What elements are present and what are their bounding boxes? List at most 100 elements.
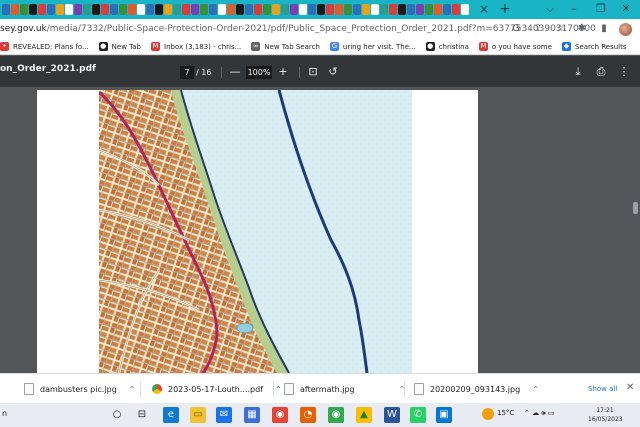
pdf-scrollbar-thumb[interactable] (633, 202, 638, 214)
taskbar-app-photos[interactable]: ▣ (436, 407, 452, 423)
side-panel-icon[interactable]: ▮ (597, 22, 611, 36)
taskbar-app-chrome-active[interactable]: ◉ (328, 407, 344, 423)
tab-favicon[interactable] (407, 4, 415, 15)
taskbar-app-edge[interactable]: e (163, 407, 179, 423)
download-item[interactable]: dambusters pic.jpg ⌃ (24, 380, 135, 398)
download-item[interactable]: 20200209_093143.jpg ⌃ (414, 380, 539, 398)
chevron-up-icon[interactable]: ⌃ (129, 385, 136, 394)
weather-icon[interactable] (482, 408, 494, 420)
taskbar-app-store[interactable]: ▦ (244, 407, 260, 423)
tab-favicon[interactable] (101, 4, 109, 15)
extensions-icon[interactable]: ✱ (575, 22, 589, 36)
tab-favicon[interactable] (452, 4, 460, 15)
download-item[interactable]: 2023-05-17-Louth....pdf ⌃ (152, 380, 282, 398)
search-input-edge[interactable]: n (2, 409, 7, 418)
tab-favicon[interactable] (47, 4, 55, 15)
taskbar-app-chrome[interactable]: ◉ (272, 407, 288, 423)
taskbar-app-mail[interactable]: ✉ (216, 407, 232, 423)
tab-favicon[interactable] (389, 4, 397, 15)
tab-favicon[interactable] (56, 4, 64, 15)
tab-favicon[interactable] (191, 4, 199, 15)
show-all-downloads-link[interactable]: Show all (588, 385, 617, 393)
tab-favicon[interactable] (173, 4, 181, 15)
tab-favicon[interactable] (65, 4, 73, 15)
tab-favicon[interactable] (380, 4, 388, 15)
tab-favicon[interactable] (2, 4, 10, 15)
tab-favicon[interactable] (20, 4, 28, 15)
chevron-up-icon[interactable]: ⌃ (532, 385, 539, 394)
tab-favicon[interactable] (182, 4, 190, 15)
tab-favicon[interactable] (416, 4, 424, 15)
bookmark-item[interactable]: ∞ New Tab Search (251, 42, 320, 51)
tab-favicon[interactable] (353, 4, 361, 15)
more-options-icon[interactable]: ⋮ (617, 65, 631, 79)
tab-favicon[interactable] (200, 4, 208, 15)
tab-favicon[interactable] (263, 4, 271, 15)
minimize-button[interactable]: – (562, 1, 586, 17)
tab-favicon[interactable] (92, 4, 100, 15)
tab-favicon[interactable] (443, 4, 451, 15)
tab-favicon[interactable] (398, 4, 406, 15)
tab-favicon[interactable] (308, 4, 316, 15)
tab-favicon[interactable] (299, 4, 307, 15)
taskbar-app-word[interactable]: W (384, 407, 400, 423)
tab-favicon[interactable] (254, 4, 262, 15)
taskbar-app-task-view[interactable]: ⊟ (134, 407, 150, 423)
tab-favicon[interactable] (344, 4, 352, 15)
tab-favicon[interactable] (326, 4, 334, 15)
tab-favicon[interactable] (227, 4, 235, 15)
tab-favicon[interactable] (164, 4, 172, 15)
taskbar-app-firefox[interactable]: ◔ (300, 407, 316, 423)
tab-favicon[interactable] (74, 4, 82, 15)
bookmark-item[interactable]: • REVEALED: Plans fo... (0, 42, 89, 51)
tab-favicon[interactable] (335, 4, 343, 15)
tab-favicon[interactable] (272, 4, 280, 15)
tab-favicon[interactable] (461, 4, 469, 15)
weather-temperature[interactable]: 15°C (497, 409, 514, 417)
tab-favicon[interactable] (218, 4, 226, 15)
chevron-up-icon[interactable]: ⌃ (275, 385, 282, 394)
tab-favicon[interactable] (245, 4, 253, 15)
bookmark-item[interactable]: Guring her visit. The... (329, 42, 416, 51)
share-icon[interactable]: ⇪ (531, 22, 545, 36)
taskbar-app-start[interactable]: ○ (109, 407, 125, 423)
tab-favicon[interactable] (38, 4, 46, 15)
google-lens-icon[interactable]: G (509, 22, 523, 36)
tab-favicon[interactable] (110, 4, 118, 15)
maximize-button[interactable]: ❐ (589, 1, 613, 17)
taskbar-app-explorer[interactable]: ▭ (190, 407, 206, 423)
url-field[interactable]: sey.gov.uk/media/7332/Public-Space-Prote… (0, 22, 596, 36)
tab-close-icon[interactable]: × (476, 1, 492, 17)
tab-favicon[interactable] (317, 4, 325, 15)
tab-favicon[interactable] (119, 4, 127, 15)
pdf-viewer[interactable] (0, 87, 640, 373)
tab-favicon[interactable] (362, 4, 370, 15)
download-item[interactable]: aftermath.jpg ⌃ (284, 380, 405, 398)
tab-favicon[interactable] (11, 4, 19, 15)
rotate-icon[interactable]: ↺ (326, 65, 340, 79)
tab-favicon[interactable] (137, 4, 145, 15)
bookmark-star-icon[interactable]: ☆ (553, 22, 567, 36)
tab-favicon[interactable] (425, 4, 433, 15)
system-tray-icons[interactable]: ⌃ ☁ 🕪 ▭ (524, 409, 555, 418)
tab-favicon[interactable] (146, 4, 154, 15)
tab-favicon[interactable] (434, 4, 442, 15)
clock[interactable]: 17:21 16/05/2023 (588, 406, 623, 424)
bookmark-item[interactable]: M Inbox (3,183) - chris... (151, 42, 241, 51)
tab-favicon[interactable] (290, 4, 298, 15)
bookmark-item[interactable]: ● New Tab (98, 42, 141, 51)
close-downloads-icon[interactable]: ✕ (626, 382, 634, 393)
tab-favicon[interactable] (281, 4, 289, 15)
tab-favicon[interactable] (155, 4, 163, 15)
fit-page-icon[interactable]: ⊡ (306, 65, 320, 79)
tab-favicon[interactable] (209, 4, 217, 15)
page-number-input[interactable]: 7 (180, 66, 194, 79)
taskbar-app-drive[interactable]: ▲ (356, 407, 372, 423)
profile-avatar[interactable] (619, 22, 632, 36)
close-window-button[interactable]: ✕ (614, 1, 638, 17)
bookmark-item[interactable]: ◆ Search Results (561, 42, 627, 51)
download-icon[interactable]: ⤓ (571, 65, 585, 79)
tab-search-icon[interactable]: ⌵ (538, 1, 562, 17)
tab-favicon[interactable] (236, 4, 244, 15)
tab-favicon[interactable] (128, 4, 136, 15)
